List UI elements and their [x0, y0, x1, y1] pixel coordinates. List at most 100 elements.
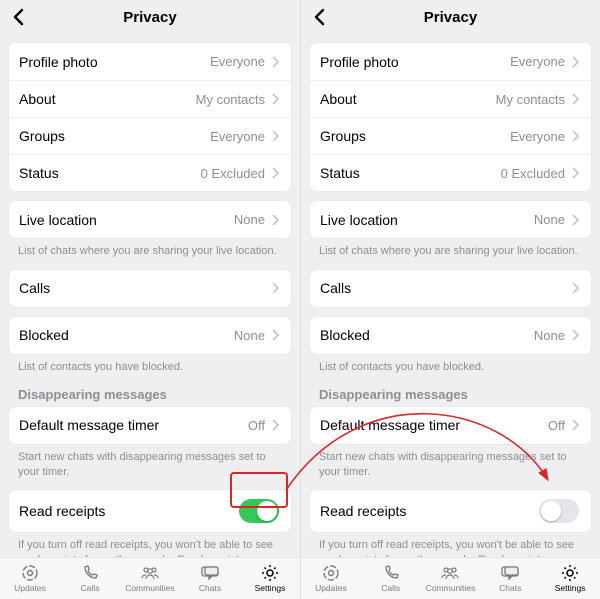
tab-bar: Updates Calls Communities Chats Settings — [301, 557, 600, 599]
tab-communities[interactable]: Communities — [421, 564, 481, 593]
value: Off — [248, 418, 265, 433]
hint-live-location: List of chats where you are sharing your… — [8, 239, 292, 261]
row-about[interactable]: About My contacts — [9, 80, 291, 117]
row-read-receipts: Read receipts — [9, 490, 291, 532]
disappearing-group: Default message timer Off — [8, 406, 292, 445]
tab-updates[interactable]: Updates — [0, 564, 60, 593]
hint-blocked: List of contacts you have blocked. — [8, 355, 292, 377]
value: Everyone — [210, 54, 265, 69]
header: Privacy — [301, 0, 600, 34]
read-receipts-group: Read receipts — [309, 489, 592, 533]
tab-chats[interactable]: Chats — [480, 564, 540, 593]
row-calls[interactable]: Calls — [310, 270, 591, 307]
chevron-right-icon — [569, 93, 581, 105]
row-profile-photo[interactable]: Profile photo Everyone — [310, 43, 591, 80]
chat-icon — [501, 564, 520, 582]
value: None — [234, 212, 265, 227]
row-blocked[interactable]: Blocked None — [310, 317, 591, 354]
row-blocked[interactable]: Blocked None — [9, 317, 291, 354]
live-location-group: Live location None — [8, 200, 292, 239]
blocked-group: Blocked None — [8, 316, 292, 355]
hint-timer: Start new chats with disappearing messag… — [8, 445, 292, 482]
communities-icon — [140, 564, 160, 582]
read-receipts-toggle[interactable] — [239, 499, 279, 523]
chevron-right-icon — [569, 329, 581, 341]
label: Status — [19, 165, 201, 181]
row-calls[interactable]: Calls — [9, 270, 291, 307]
chevron-right-icon — [269, 56, 281, 68]
value: My contacts — [196, 92, 265, 107]
tab-chats[interactable]: Chats — [180, 564, 240, 593]
chevron-right-icon — [269, 419, 281, 431]
label: Profile photo — [19, 54, 210, 70]
row-read-receipts: Read receipts — [310, 490, 591, 532]
pane-left: Privacy Profile photo Everyone About My … — [0, 0, 300, 599]
blocked-group: Blocked None — [309, 316, 592, 355]
communities-icon — [440, 564, 460, 582]
tab-updates[interactable]: Updates — [301, 564, 361, 593]
visibility-group: Profile photo Everyone About My contacts… — [309, 42, 592, 192]
row-live-location[interactable]: Live location None — [310, 201, 591, 238]
chevron-right-icon — [269, 214, 281, 226]
back-button[interactable] — [8, 6, 30, 28]
row-live-location[interactable]: Live location None — [9, 201, 291, 238]
tab-settings[interactable]: Settings — [240, 564, 300, 593]
row-default-timer[interactable]: Default message timer Off — [310, 407, 591, 444]
chevron-right-icon — [269, 282, 281, 294]
gear-icon — [561, 564, 579, 582]
read-receipts-toggle[interactable] — [539, 499, 579, 523]
row-profile-photo[interactable]: Profile photo Everyone — [9, 43, 291, 80]
disappearing-group: Default message timer Off — [309, 406, 592, 445]
row-default-timer[interactable]: Default message timer Off — [9, 407, 291, 444]
calls-group: Calls — [309, 269, 592, 308]
tab-communities[interactable]: Communities — [120, 564, 180, 593]
chevron-right-icon — [569, 282, 581, 294]
tab-calls[interactable]: Calls — [361, 564, 421, 593]
value: Everyone — [210, 129, 265, 144]
chevron-right-icon — [269, 329, 281, 341]
row-groups[interactable]: Groups Everyone — [9, 117, 291, 154]
read-receipts-group: Read receipts — [8, 489, 292, 533]
gear-icon — [261, 564, 279, 582]
phone-icon — [81, 564, 99, 582]
tab-label: Calls — [81, 583, 100, 593]
tab-label: Settings — [255, 583, 286, 593]
section-disappearing: Disappearing messages — [8, 377, 292, 404]
label: Live location — [19, 212, 234, 228]
row-groups[interactable]: Groups Everyone — [310, 117, 591, 154]
chevron-right-icon — [269, 130, 281, 142]
label: Groups — [19, 128, 210, 144]
pane-right: Privacy Profile photo Everyone About My … — [300, 0, 600, 599]
page-title: Privacy — [123, 9, 176, 26]
row-about[interactable]: About My contacts — [310, 80, 591, 117]
phone-icon — [382, 564, 400, 582]
status-icon — [322, 564, 340, 582]
visibility-group: Profile photo Everyone About My contacts… — [8, 42, 292, 192]
chevron-right-icon — [569, 419, 581, 431]
tab-label: Chats — [199, 583, 221, 593]
chevron-right-icon — [269, 167, 281, 179]
tab-calls[interactable]: Calls — [60, 564, 120, 593]
label: Read receipts — [19, 503, 239, 519]
row-status[interactable]: Status 0 Excluded — [310, 154, 591, 191]
calls-group: Calls — [8, 269, 292, 308]
tab-label: Communities — [125, 583, 175, 593]
value: None — [234, 328, 265, 343]
chevron-right-icon — [569, 167, 581, 179]
live-location-group: Live location None — [309, 200, 592, 239]
chevron-right-icon — [569, 56, 581, 68]
value: 0 Excluded — [201, 166, 265, 181]
label: Calls — [19, 280, 269, 296]
chevron-right-icon — [569, 130, 581, 142]
chat-icon — [201, 564, 220, 582]
tab-bar: Updates Calls Communities Chats Settings — [0, 557, 300, 599]
label: Blocked — [19, 327, 234, 343]
page-title: Privacy — [424, 9, 477, 26]
header: Privacy — [0, 0, 300, 34]
tab-settings[interactable]: Settings — [540, 564, 600, 593]
chevron-right-icon — [269, 93, 281, 105]
back-button[interactable] — [309, 6, 331, 28]
status-icon — [21, 564, 39, 582]
row-status[interactable]: Status 0 Excluded — [9, 154, 291, 191]
label: About — [19, 91, 196, 107]
